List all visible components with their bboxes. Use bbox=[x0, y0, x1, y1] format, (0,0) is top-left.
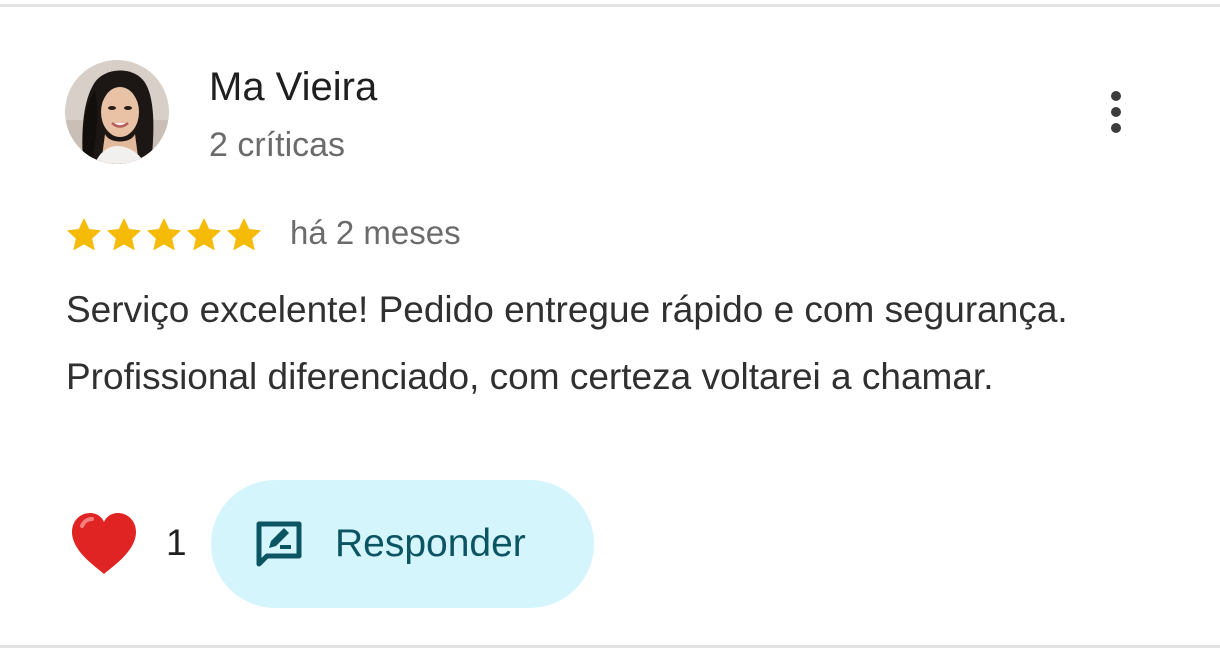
bottom-divider bbox=[0, 645, 1220, 648]
review-date: há 2 meses bbox=[290, 214, 461, 251]
author-review-count[interactable]: 2 críticas bbox=[209, 124, 345, 166]
star-icon bbox=[146, 218, 182, 251]
review-text: Serviço excelente! Pedido entregue rápid… bbox=[66, 289, 1068, 397]
reply-button[interactable]: Responder bbox=[211, 480, 594, 608]
avatar-photo-icon bbox=[65, 60, 169, 164]
like-count: 1 bbox=[166, 522, 187, 563]
author-avatar[interactable] bbox=[65, 60, 169, 164]
top-divider bbox=[0, 4, 1220, 7]
more-vertical-icon-dot bbox=[1111, 123, 1121, 133]
more-vertical-icon bbox=[1111, 91, 1121, 101]
star-rating bbox=[64, 215, 264, 255]
heart-icon bbox=[72, 513, 136, 574]
star-icon bbox=[186, 218, 222, 251]
more-vertical-icon-dot bbox=[1111, 107, 1121, 117]
star-icon bbox=[226, 218, 262, 251]
reply-edit-icon bbox=[256, 521, 302, 567]
like-button[interactable] bbox=[68, 510, 140, 578]
author-name[interactable]: Ma Vieira bbox=[209, 64, 377, 110]
reply-button-label: Responder bbox=[335, 522, 526, 565]
star-icon bbox=[66, 218, 102, 251]
star-icon bbox=[106, 218, 142, 251]
more-options-button[interactable] bbox=[1092, 82, 1140, 142]
